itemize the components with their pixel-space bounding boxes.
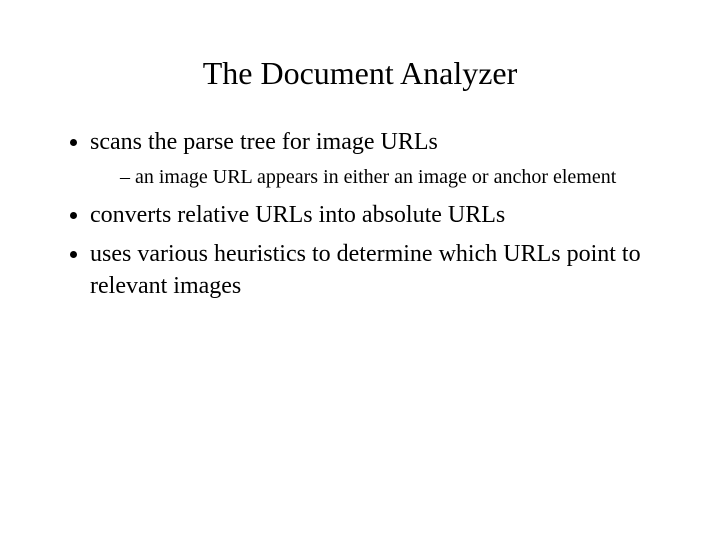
bullet-text: scans the parse tree for image URLs bbox=[90, 129, 438, 155]
bullet-text: converts relative URLs into absolute URL… bbox=[90, 202, 505, 228]
sub-bullet-text: an image URL appears in either an image … bbox=[135, 166, 616, 188]
bullet-text: uses various heuristics to determine whi… bbox=[90, 241, 641, 298]
bullet-list: scans the parse tree for image URLs an i… bbox=[60, 127, 660, 302]
slide: The Document Analyzer scans the parse tr… bbox=[0, 0, 720, 540]
list-item: converts relative URLs into absolute URL… bbox=[90, 200, 660, 231]
list-item: uses various heuristics to determine whi… bbox=[90, 239, 660, 301]
list-item: an image URL appears in either an image … bbox=[120, 164, 660, 190]
list-item: scans the parse tree for image URLs an i… bbox=[90, 127, 660, 190]
slide-title: The Document Analyzer bbox=[60, 55, 660, 92]
sub-bullet-list: an image URL appears in either an image … bbox=[90, 164, 660, 190]
